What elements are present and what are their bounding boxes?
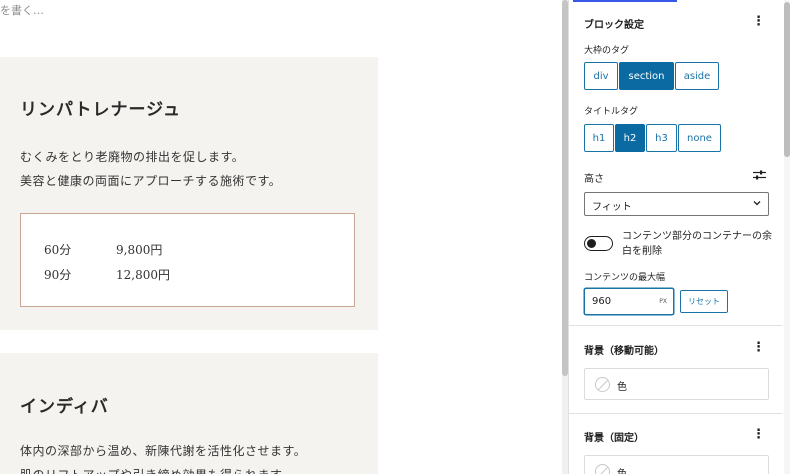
outer-tag-section-button[interactable]: section: [619, 62, 674, 90]
sliders-icon[interactable]: [753, 169, 766, 181]
title-tag-label: タイトルタグ: [584, 107, 639, 117]
card-description[interactable]: むくみをとり老廃物の排出を促します。 美容と健康の両面にアプローチする施術です。: [20, 145, 281, 193]
paragraph-placeholder[interactable]: を書く…: [0, 2, 44, 18]
card-description-line: むくみをとり老廃物の排出を促します。: [20, 150, 245, 164]
panel-divider: [569, 413, 782, 414]
height-label: 高さ: [584, 174, 604, 185]
price-row: 90分 12,800円: [44, 266, 170, 283]
service-card-indiba[interactable]: インディバ 体内の深部から温め、新陳代謝を活性化させます。 肌のリフトアップや引…: [0, 353, 378, 474]
outer-tag-label: 大枠のタグ: [584, 46, 630, 56]
height-select-value: フィット: [592, 202, 632, 213]
panel-title-bg-movable[interactable]: 背景（移動可能）: [584, 342, 664, 357]
title-tag-h1-button[interactable]: h1: [584, 124, 614, 152]
sidebar-scrollbar-thumb[interactable]: [784, 2, 790, 157]
bg-movable-color-button[interactable]: 色: [584, 368, 769, 400]
toggle-knob: [587, 239, 596, 248]
panel-title-block-settings[interactable]: ブロック設定: [584, 16, 644, 31]
empty-color-swatch-icon: [595, 377, 610, 392]
card-heading[interactable]: インディバ: [20, 392, 109, 417]
price-duration: 60分: [44, 243, 72, 257]
title-tag-none-button[interactable]: none: [678, 124, 721, 152]
card-description[interactable]: 体内の深部から温め、新陳代謝を活性化させます。 肌のリフトアップや引き締め効果も…: [20, 439, 306, 474]
panel-title-bg-fixed[interactable]: 背景（固定）: [584, 429, 644, 444]
more-options-icon[interactable]: ⋮: [752, 428, 765, 442]
active-tab-indicator: [573, 0, 677, 2]
color-label: 色: [617, 382, 627, 393]
max-width-input[interactable]: 960 PX: [584, 288, 674, 315]
outer-tag-group: div section aside: [584, 62, 719, 90]
color-label: 色: [617, 465, 627, 474]
price-duration: 90分: [44, 268, 72, 282]
settings-sidebar: ブロック設定 ⋮ 大枠のタグ div section aside タイトルタグ …: [568, 0, 791, 474]
outer-tag-aside-button[interactable]: aside: [675, 62, 719, 90]
card-description-line: 美容と健康の両面にアプローチする施術です。: [20, 174, 282, 188]
title-tag-group: h1 h2 h3 none: [584, 124, 721, 152]
outer-tag-div-button[interactable]: div: [584, 62, 618, 90]
reset-button[interactable]: リセット: [680, 290, 728, 313]
more-options-icon[interactable]: ⋮: [752, 15, 765, 29]
remove-padding-toggle[interactable]: [584, 236, 613, 251]
more-options-icon[interactable]: ⋮: [752, 341, 765, 355]
title-tag-h3-button[interactable]: h3: [646, 124, 677, 152]
chevron-down-icon: [753, 201, 761, 206]
unit-label[interactable]: PX: [659, 298, 667, 305]
max-width-label: コンテンツの最大幅: [584, 273, 666, 283]
remove-padding-label[interactable]: コンテンツ部分のコンテナーの余白を削除: [622, 229, 772, 259]
panel-divider: [569, 325, 782, 326]
price-amount: 9,800円: [116, 243, 163, 257]
price-amount: 12,800円: [116, 268, 170, 282]
price-row: 60分 9,800円: [44, 241, 162, 258]
max-width-value: 960: [592, 296, 612, 307]
title-tag-h2-button[interactable]: h2: [615, 124, 645, 152]
card-description-line: 体内の深部から温め、新陳代謝を活性化させます。: [20, 444, 307, 458]
price-box[interactable]: 60分 9,800円 90分 12,800円: [20, 213, 355, 307]
empty-color-swatch-icon: [595, 464, 610, 474]
editor-canvas[interactable]: を書く… リンパトレナージュ むくみをとり老廃物の排出を促します。 美容と健康の…: [0, 0, 568, 474]
card-description-line: 肌のリフトアップや引き締め効果も得られます。: [20, 463, 306, 474]
bg-fixed-color-button[interactable]: 色: [584, 455, 769, 474]
card-heading[interactable]: リンパトレナージュ: [20, 95, 181, 120]
service-card-lymph[interactable]: リンパトレナージュ むくみをとり老廃物の排出を促します。 美容と健康の両面にアプ…: [0, 57, 378, 330]
height-select[interactable]: フィット: [584, 192, 769, 216]
